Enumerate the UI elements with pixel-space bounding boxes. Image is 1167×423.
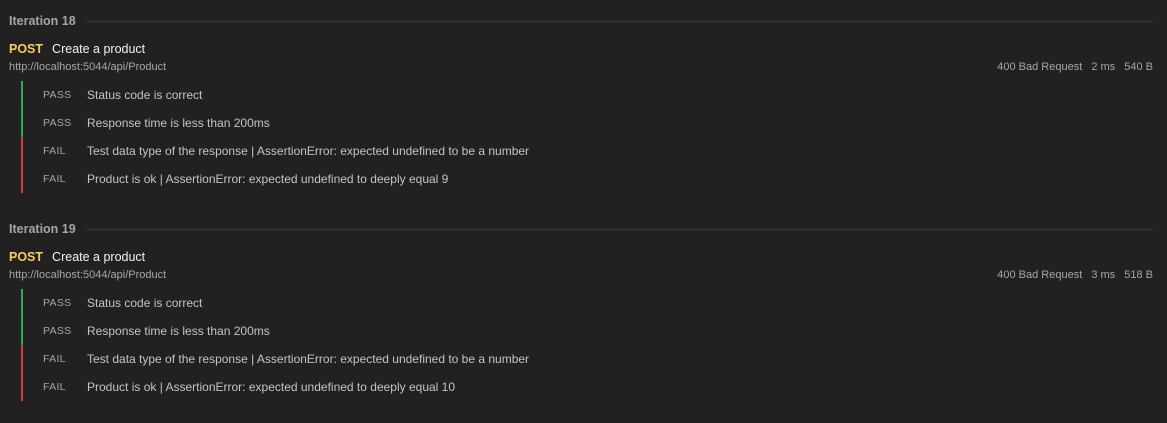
iteration-title: Iteration 19	[9, 222, 76, 236]
test-result-row: PASS Status code is correct	[21, 289, 1153, 317]
test-result-row: FAIL Product is ok | AssertionError: exp…	[21, 373, 1153, 401]
iteration-divider	[85, 21, 1153, 22]
request-url-row: http://localhost:5044/api/Product 400 Ba…	[9, 268, 1153, 284]
test-name: Response time is less than 200ms	[87, 324, 270, 338]
test-name: Product is ok | AssertionError: expected…	[87, 172, 449, 186]
test-name: Response time is less than 200ms	[87, 116, 270, 130]
response-status[interactable]: 400 Bad Request	[997, 61, 1082, 73]
test-status: FAIL	[43, 381, 66, 393]
test-status: PASS	[43, 89, 72, 101]
iteration-block: Iteration 19 POST Create a product http:…	[9, 208, 1153, 416]
test-status: PASS	[43, 117, 72, 129]
test-result-row: PASS Response time is less than 200ms	[21, 317, 1153, 345]
test-name: Test data type of the response | Asserti…	[87, 144, 530, 158]
test-result-row: PASS Response time is less than 200ms	[21, 109, 1153, 137]
request-method: POST	[9, 42, 44, 56]
iteration-title: Iteration 18	[9, 14, 76, 28]
response-size: 518 B	[1124, 269, 1153, 281]
test-result-row: PASS Status code is correct	[21, 81, 1153, 109]
response-meta: 400 Bad Request 3 ms 518 B	[997, 269, 1153, 281]
test-result-row: FAIL Test data type of the response | As…	[21, 345, 1153, 373]
test-results: PASS Status code is correct PASS Respons…	[21, 289, 1153, 401]
collection-runner-results: Iteration 18 POST Create a product http:…	[0, 0, 1167, 423]
test-result-row: FAIL Test data type of the response | As…	[21, 137, 1153, 165]
request-name[interactable]: Create a product	[52, 42, 145, 56]
iteration-header: Iteration 18	[9, 0, 1153, 28]
iteration-block: Iteration 18 POST Create a product http:…	[9, 0, 1153, 208]
response-size: 540 B	[1124, 61, 1153, 73]
response-status[interactable]: 400 Bad Request	[997, 269, 1082, 281]
iteration-divider	[85, 229, 1153, 230]
test-status: FAIL	[43, 353, 66, 365]
request-url-row: http://localhost:5044/api/Product 400 Ba…	[9, 60, 1153, 76]
test-name: Status code is correct	[87, 88, 203, 102]
response-meta: 400 Bad Request 2 ms 540 B	[997, 61, 1153, 73]
request-method: POST	[9, 250, 44, 264]
test-name: Product is ok | AssertionError: expected…	[87, 380, 456, 394]
test-status: FAIL	[43, 173, 66, 185]
request-row[interactable]: POST Create a product	[9, 42, 1153, 58]
test-results: PASS Status code is correct PASS Respons…	[21, 81, 1153, 193]
test-status: PASS	[43, 297, 72, 309]
request-url: http://localhost:5044/api/Product	[9, 61, 167, 73]
test-status: PASS	[43, 325, 72, 337]
response-time: 3 ms	[1091, 269, 1116, 281]
test-status: FAIL	[43, 145, 66, 157]
request-name[interactable]: Create a product	[52, 250, 145, 264]
request-url: http://localhost:5044/api/Product	[9, 269, 167, 281]
iteration-header: Iteration 19	[9, 208, 1153, 236]
test-name: Test data type of the response | Asserti…	[87, 352, 530, 366]
response-time: 2 ms	[1091, 61, 1116, 73]
test-name: Status code is correct	[87, 296, 203, 310]
request-row[interactable]: POST Create a product	[9, 250, 1153, 266]
test-result-row: FAIL Product is ok | AssertionError: exp…	[21, 165, 1153, 193]
